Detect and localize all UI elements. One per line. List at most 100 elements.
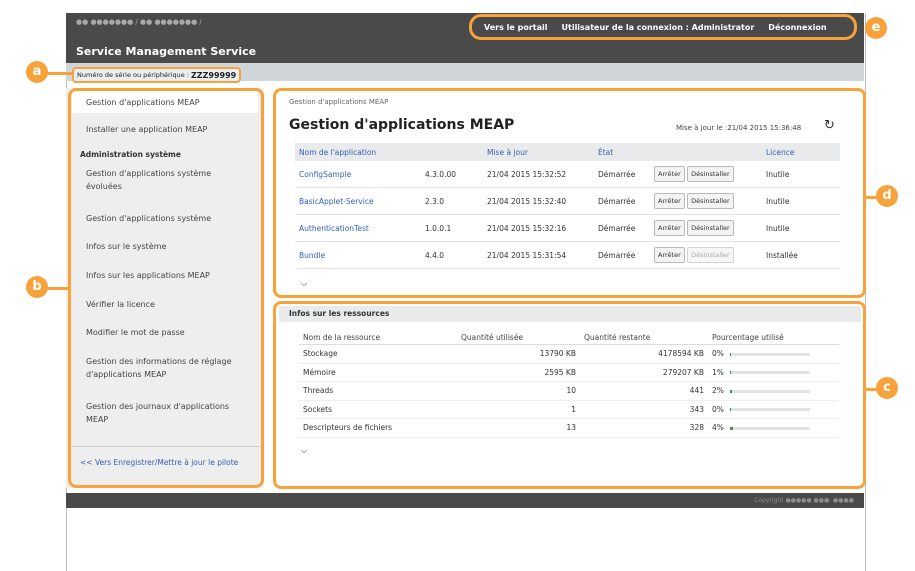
app-version: 4.4.0: [421, 241, 483, 269]
app-name-link[interactable]: BasicApplet-Service: [295, 187, 421, 215]
table-row: AuthenticationTest 1.0.0.1 21/04 2015 15…: [295, 214, 840, 242]
apps-table: Nom de l'application Mise à jour État Li…: [295, 143, 840, 269]
col-version: [421, 143, 483, 161]
uninstall-button-disabled: Désinstaller: [687, 247, 734, 263]
app-title: Service Management Service: [76, 45, 257, 58]
usage-progress-bar: [729, 408, 810, 412]
percent-label: 2%: [712, 386, 724, 396]
serial-label: Numéro de série ou périphérique :: [77, 71, 189, 79]
resource-name: Descripteurs de fichiers: [299, 418, 457, 438]
app-license: Inutile: [762, 214, 840, 242]
usage-progress-fill: [729, 371, 731, 375]
usage-progress-bar: [729, 371, 810, 375]
collapse-icon[interactable]: ⌵: [301, 446, 307, 456]
resource-remaining: 4178594 KB: [580, 344, 708, 364]
resource-used: 13: [457, 418, 580, 438]
col-license[interactable]: Licence: [762, 143, 840, 161]
header-links: Vers le portail Utilisateur de la connex…: [469, 14, 857, 40]
col-state[interactable]: État: [594, 143, 650, 161]
table-row: Stockage 13790 KB 4178594 KB 0%: [299, 344, 839, 364]
app-name-link[interactable]: ConfigSample: [295, 161, 421, 188]
uninstall-button[interactable]: Désinstaller: [687, 220, 734, 236]
resources-table: Nom de la ressource Quantité utilisée Qu…: [299, 330, 839, 438]
col-percent: Pourcentage utilisé: [708, 330, 839, 345]
app-state: Démarrée: [594, 214, 650, 242]
percent-label: 0%: [712, 349, 724, 359]
app-actions: Arrêter Désinstaller: [650, 241, 762, 269]
resource-name: Mémoire: [299, 363, 457, 382]
resource-remaining: 441: [580, 381, 708, 401]
uninstall-button[interactable]: Désinstaller: [687, 193, 734, 209]
percent-label: 0%: [712, 404, 724, 414]
last-updated: Mise à jour le :21/04 2015 15:36:48: [676, 124, 802, 132]
usage-progress-bar: [729, 426, 810, 430]
portal-link[interactable]: Vers le portail: [484, 23, 548, 32]
usage-progress-fill: [729, 389, 732, 393]
resource-percent: 1%: [708, 363, 839, 382]
stop-button[interactable]: Arrêter: [654, 247, 685, 263]
stop-button[interactable]: Arrêter: [654, 193, 685, 209]
callout-e: e: [865, 17, 887, 39]
uninstall-button[interactable]: Désinstaller: [687, 166, 734, 182]
serial-number: Numéro de série ou périphérique : ZZZ999…: [72, 67, 242, 83]
refresh-icon[interactable]: ↻: [824, 118, 835, 133]
col-remaining: Quantité restante: [580, 330, 708, 345]
app-version: 1.0.0.1: [421, 214, 483, 242]
app-actions: Arrêter Désinstaller: [650, 161, 762, 188]
app-license: Installée: [762, 241, 840, 269]
stop-button[interactable]: Arrêter: [654, 166, 685, 182]
table-row: ConfigSample 4.3.0.00 21/04 2015 15:32:5…: [295, 161, 840, 188]
resource-name: Sockets: [299, 400, 457, 419]
app-actions: Arrêter Désinstaller: [650, 187, 762, 215]
app-updated: 21/04 2015 15:32:16: [483, 214, 594, 242]
app-state: Démarrée: [594, 161, 650, 188]
percent-label: 1%: [712, 367, 724, 377]
resource-name: Stockage: [299, 344, 457, 364]
callout-d: d: [876, 185, 898, 207]
col-actions: [650, 143, 762, 161]
resources-header-row: Nom de la ressource Quantité utilisée Qu…: [299, 330, 839, 345]
usage-progress-bar: [729, 389, 810, 393]
resource-remaining: 343: [580, 400, 708, 419]
app-state: Démarrée: [594, 241, 650, 269]
resource-used: 10: [457, 381, 580, 401]
footer: Copyright ●●●●● ●●●. ●●●●: [66, 493, 864, 508]
callout-line-a: [44, 72, 72, 75]
table-row: BasicApplet-Service 2.3.0 21/04 2015 15:…: [295, 187, 840, 215]
table-row: Threads 10 441 2%: [299, 381, 839, 401]
logout-link[interactable]: Déconnexion: [768, 23, 826, 32]
callout-a: a: [26, 61, 48, 83]
app-actions: Arrêter Désinstaller: [650, 214, 762, 242]
login-user-label: Utilisateur de la connexion : Administra…: [561, 22, 755, 32]
callout-c: c: [876, 377, 898, 399]
top-breadcrumb: ●● ●●●●●●● / ●● ●●●●●●● /: [76, 18, 202, 26]
copyright: Copyright ●●●●● ●●●. ●●●●: [754, 497, 854, 504]
resource-remaining: 279207 KB: [580, 363, 708, 382]
resource-used: 1: [457, 400, 580, 419]
usage-progress-fill: [729, 408, 731, 412]
resource-name: Threads: [299, 381, 457, 401]
col-app-name[interactable]: Nom de l'application: [295, 143, 421, 161]
app-name-link[interactable]: Bundle: [295, 241, 421, 269]
col-update[interactable]: Mise à jour: [483, 143, 594, 161]
collapse-icon[interactable]: ⌵: [301, 279, 307, 289]
app-version: 2.3.0: [421, 187, 483, 215]
callout-frame-b: [68, 88, 264, 488]
resource-percent: 0%: [708, 344, 839, 364]
table-row: Descripteurs de fichiers 13 328 4%: [299, 418, 839, 438]
stop-button[interactable]: Arrêter: [654, 220, 685, 236]
table-row: Bundle 4.4.0 21/04 2015 15:31:54 Démarré…: [295, 241, 840, 269]
usage-progress-fill: [729, 352, 731, 356]
serial-value: ZZZ99999: [191, 70, 237, 80]
resource-remaining: 328: [580, 418, 708, 438]
app-updated: 21/04 2015 15:31:54: [483, 241, 594, 269]
page-title: Gestion d'applications MEAP: [289, 117, 515, 133]
page-breadcrumb: Gestion d'applications MEAP: [289, 98, 389, 106]
callout-b: b: [26, 276, 48, 298]
app-name-link[interactable]: AuthenticationTest: [295, 214, 421, 242]
col-used: Quantité utilisée: [457, 330, 580, 345]
resources-title: Infos sur les ressources: [279, 306, 861, 322]
table-row: Mémoire 2595 KB 279207 KB 1%: [299, 363, 839, 382]
usage-progress-bar: [729, 352, 810, 356]
usage-progress-fill: [729, 426, 734, 430]
